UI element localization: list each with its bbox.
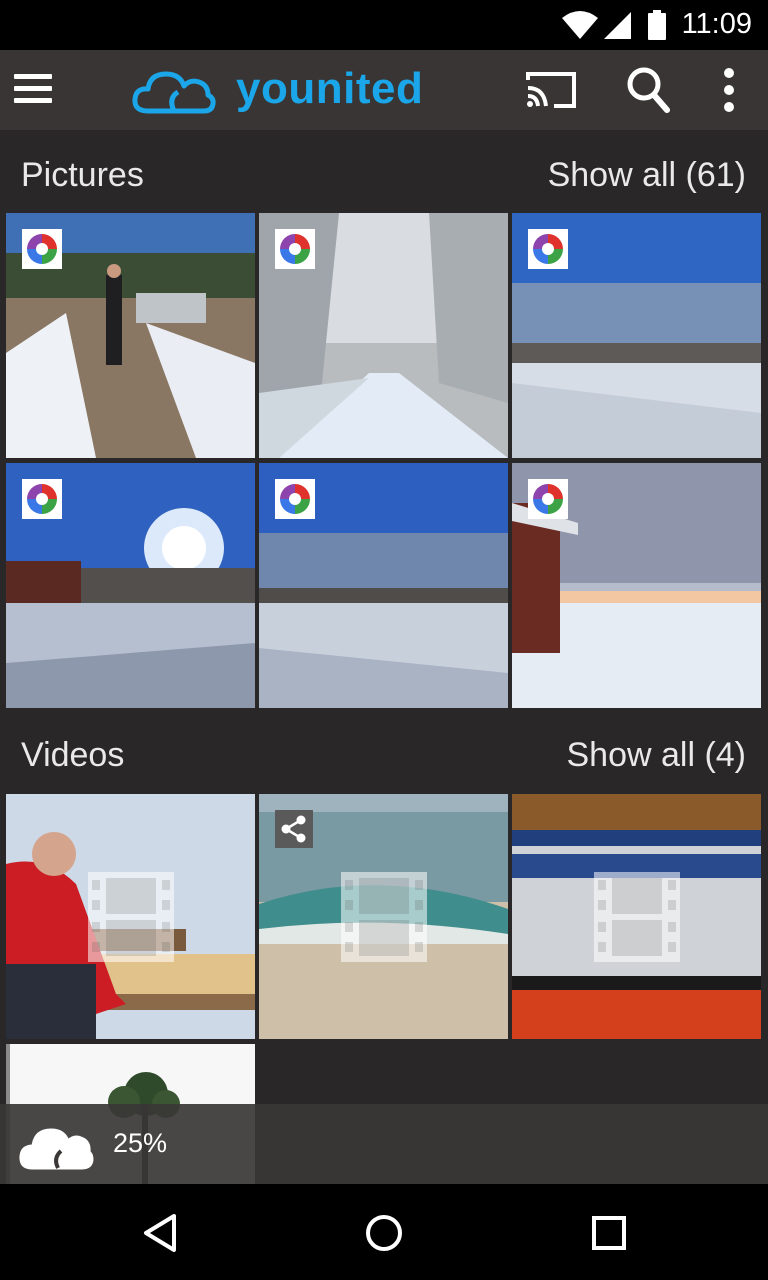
video-tile[interactable] <box>512 794 761 1039</box>
system-nav-bar <box>0 1184 768 1280</box>
picasa-icon <box>528 479 568 519</box>
picture-tile[interactable] <box>259 213 508 458</box>
videos-header: Videos Show all (4) <box>0 714 768 794</box>
back-icon[interactable] <box>140 1212 180 1254</box>
pictures-title: Pictures <box>21 156 144 194</box>
cell-signal-icon <box>604 12 631 39</box>
picture-tile[interactable] <box>259 463 508 708</box>
picasa-icon <box>275 479 315 519</box>
home-icon[interactable] <box>363 1212 405 1254</box>
videos-title: Videos <box>21 736 125 774</box>
upload-progress-text: 25% <box>113 1128 168 1158</box>
picture-tile[interactable] <box>6 463 255 708</box>
pictures-show-all[interactable]: Show all (61) <box>548 156 746 195</box>
picture-tile[interactable] <box>6 213 255 458</box>
picasa-icon <box>22 479 62 519</box>
status-time: 11:09 <box>681 8 752 40</box>
app-screen: 11:09 younited Pictures Show all (61) Vi… <box>0 0 768 1280</box>
share-icon <box>275 810 313 848</box>
status-bar: 11:09 <box>0 0 768 50</box>
brand-name: younited <box>236 64 424 113</box>
search-icon[interactable] <box>626 66 672 114</box>
recents-icon[interactable] <box>590 1212 628 1254</box>
brand-logo: younited <box>132 64 432 116</box>
upload-progress-bar[interactable]: 25% <box>0 1104 768 1184</box>
battery-icon <box>648 10 666 40</box>
cloud-logo-icon <box>132 71 216 114</box>
cast-icon[interactable] <box>524 70 578 110</box>
menu-icon[interactable] <box>14 74 52 106</box>
film-icon <box>341 872 427 962</box>
pictures-header: Pictures Show all (61) <box>0 134 768 214</box>
more-vert-icon[interactable] <box>722 68 736 114</box>
picasa-icon <box>528 229 568 269</box>
cloud-icon <box>19 1128 94 1170</box>
picasa-icon <box>22 229 62 269</box>
app-bar: younited <box>0 50 768 130</box>
picture-tile[interactable] <box>512 213 761 458</box>
film-icon <box>88 872 174 962</box>
video-tile[interactable] <box>6 794 255 1039</box>
video-tile[interactable] <box>259 794 508 1039</box>
picture-tile[interactable] <box>512 463 761 708</box>
videos-show-all[interactable]: Show all (4) <box>566 736 746 775</box>
film-icon <box>594 872 680 962</box>
picasa-icon <box>275 229 315 269</box>
wifi-icon <box>562 11 598 39</box>
